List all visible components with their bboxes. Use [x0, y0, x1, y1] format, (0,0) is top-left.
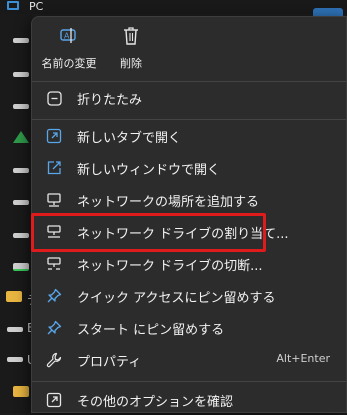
drive-icon[interactable]	[13, 104, 29, 109]
folder-icon[interactable]	[13, 386, 29, 397]
drive-icon[interactable]	[13, 200, 29, 205]
menu-item-label: スタート にピン留めする	[77, 323, 225, 338]
rename-button[interactable]: A 名前の変更	[38, 25, 100, 75]
menu-item-properties[interactable]: プロパティ Alt+Enter	[38, 345, 340, 375]
menu-item-add-network-location[interactable]: ネットワークの場所を追加する	[38, 185, 340, 215]
pin-icon	[46, 288, 62, 304]
menu-item-label: その他のオプションを確認	[77, 395, 234, 410]
divider	[32, 119, 346, 120]
menu-item-label: ネットワーク ドライブの割り当て...	[77, 227, 289, 242]
more-options-icon	[46, 392, 62, 408]
delete-button[interactable]: 削除	[114, 25, 148, 75]
svg-text:A: A	[64, 32, 70, 41]
shortcut-text: Alt+Enter	[276, 352, 330, 365]
drive-icon[interactable]	[13, 263, 29, 271]
menu-item-open-new-tab[interactable]: 新しいタブで開く	[38, 121, 340, 151]
drive-icon[interactable]	[13, 72, 29, 77]
network-location-icon	[46, 192, 62, 208]
menu-item-disconnect-network-drive[interactable]: ネットワーク ドライブの切断...	[38, 249, 340, 279]
context-menu: A 名前の変更 削除 折りたたみ 新しいタブで開く 新しいウィンドウで開く ネッ…	[31, 16, 347, 413]
network-drive-icon[interactable]	[13, 38, 29, 43]
divider	[32, 381, 346, 382]
menu-item-label: プロパティ	[77, 355, 142, 370]
rename-icon: A	[59, 25, 79, 47]
wrench-icon	[46, 352, 62, 368]
computer-icon	[7, 1, 19, 10]
open-new-tab-icon	[46, 128, 62, 144]
menu-item-collapse[interactable]: 折りたたみ	[38, 83, 340, 113]
menu-item-label: クイック アクセスにピン留めする	[77, 291, 276, 306]
drive-icon[interactable]	[13, 168, 29, 173]
menu-item-map-network-drive[interactable]: ネットワーク ドライブの割り当て...	[38, 217, 340, 247]
divider	[32, 81, 346, 82]
menu-item-pin-quick-access[interactable]: クイック アクセスにピン留めする	[38, 281, 340, 311]
collapse-icon	[46, 90, 62, 106]
menu-item-open-new-window[interactable]: 新しいウィンドウで開く	[38, 153, 340, 183]
map-network-drive-icon	[46, 224, 62, 240]
open-new-window-icon	[46, 160, 62, 176]
folder-icon[interactable]	[6, 291, 22, 302]
menu-item-label: ネットワークの場所を追加する	[77, 195, 260, 210]
drive-icon[interactable]	[13, 233, 29, 238]
network-drive-icon[interactable]	[7, 327, 23, 332]
menu-item-more-options[interactable]: その他のオプションを確認	[38, 385, 340, 415]
trash-icon	[122, 25, 140, 47]
delete-label: 削除	[120, 57, 142, 70]
pin-icon	[46, 320, 62, 336]
menu-item-label: 新しいウィンドウで開く	[77, 163, 221, 178]
menu-item-label: 新しいタブで開く	[77, 131, 182, 146]
google-drive-icon[interactable]	[13, 131, 29, 143]
menu-item-pin-start[interactable]: スタート にピン留めする	[38, 313, 340, 343]
rename-label: 名前の変更	[41, 57, 97, 70]
drive-icon[interactable]	[7, 357, 23, 362]
breadcrumb[interactable]: PC	[29, 0, 43, 13]
menu-item-label: 折りたたみ	[77, 93, 143, 108]
menu-item-label: ネットワーク ドライブの切断...	[77, 259, 263, 274]
explorer-titlebar	[0, 0, 347, 14]
disconnect-network-drive-icon	[46, 256, 62, 272]
